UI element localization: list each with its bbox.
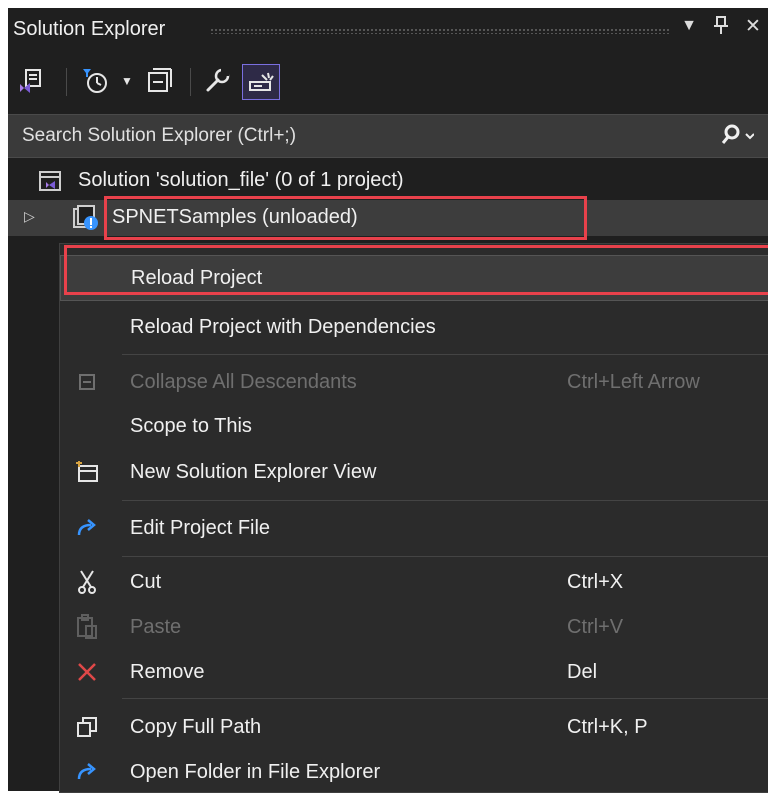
panel-title: Solution Explorer	[13, 18, 166, 40]
expand-arrow-icon[interactable]: ▷	[24, 208, 35, 225]
menu-item-label: Collapse All Descendants	[130, 371, 357, 393]
menu-item-label: Copy Full Path	[130, 716, 262, 738]
menu-item-shortcut: Ctrl+Left Arrow	[567, 371, 700, 393]
menu-item-edit-project-file[interactable]: Edit Project File	[60, 506, 768, 550]
redo-arrow-icon	[74, 759, 100, 785]
collapse-all-button[interactable]	[142, 64, 176, 98]
properties-wrench-icon	[206, 68, 230, 92]
drag-grip[interactable]	[210, 28, 670, 34]
pending-changes-filter-icon	[83, 69, 107, 93]
menu-item-shortcut: Ctrl+V	[567, 616, 624, 638]
collapse-icon	[74, 369, 100, 395]
menu-item-label: Open Folder in File Explorer	[130, 761, 381, 783]
redo-arrow-icon	[74, 515, 100, 541]
menu-item-paste[interactable]: Paste Ctrl+V	[60, 605, 768, 649]
clipboard-icon	[74, 614, 100, 640]
collapse-all-icon	[148, 68, 172, 92]
reload-project-highlight-annotation	[64, 245, 768, 295]
pending-changes-filter-button[interactable]	[76, 64, 116, 98]
project-highlight-annotation	[104, 196, 587, 240]
menu-item-label: Remove	[130, 661, 205, 683]
close-button[interactable]: ✕	[744, 15, 762, 41]
preview-selected-items-button[interactable]	[242, 64, 280, 100]
properties-button[interactable]	[200, 64, 234, 98]
menu-item-collapse-all-descendants[interactable]: Collapse All Descendants Ctrl+Left Arrow	[60, 360, 768, 404]
menu-item-reload-project-with-dependencies[interactable]: Reload Project with Dependencies	[60, 305, 768, 349]
menu-item-label: Scope to This	[130, 415, 252, 437]
menu-item-shortcut: Ctrl+X	[567, 571, 624, 593]
tree-row-solution[interactable]: Solution 'solution_file' (0 of 1 project…	[8, 163, 768, 199]
menu-item-scope-to-this[interactable]: Scope to This	[60, 404, 768, 448]
scissors-icon	[74, 569, 100, 595]
menu-item-new-solution-explorer-view[interactable]: New Solution Explorer View	[60, 450, 768, 494]
menu-item-label: Cut	[130, 571, 162, 593]
new-view-icon	[74, 459, 100, 485]
menu-item-copy-full-path[interactable]: Copy Full Path Ctrl+K, P	[60, 705, 768, 749]
context-menu: Reload Project Reload Project with Depen…	[59, 243, 768, 793]
toolbar: ▼	[8, 52, 768, 112]
menu-item-label: Reload Project with Dependencies	[130, 316, 436, 338]
title-bar: Solution Explorer ▼ ✕	[8, 8, 768, 52]
menu-item-shortcut: Del	[567, 661, 598, 683]
pin-button[interactable]	[712, 15, 730, 41]
search-options-button[interactable]	[718, 122, 755, 153]
solution-icon	[39, 171, 61, 191]
window-options-dropdown-button[interactable]: ▼	[680, 15, 698, 41]
switch-views-button[interactable]	[14, 64, 48, 98]
menu-item-open-folder-in-file-explorer[interactable]: Open Folder in File Explorer	[60, 750, 768, 794]
unloaded-project-icon	[73, 205, 98, 230]
menu-item-label: New Solution Explorer View	[130, 461, 377, 483]
search-icon	[721, 124, 755, 144]
menu-item-label: Paste	[130, 616, 182, 638]
solution-explorer-panel: Solution Explorer ▼ ✕ ▼ Search Solution …	[8, 8, 768, 793]
menu-item-cut[interactable]: Cut Ctrl+X	[60, 560, 768, 604]
solution-label: Solution 'solution_file' (0 of 1 project…	[78, 169, 404, 191]
red-x-icon	[74, 659, 100, 685]
menu-item-shortcut: Ctrl+K, P	[567, 716, 648, 738]
search-input[interactable]: Search Solution Explorer (Ctrl+;)	[22, 125, 296, 147]
copy-icon	[74, 714, 100, 740]
pin-icon	[714, 16, 728, 34]
menu-item-label: Edit Project File	[130, 517, 271, 539]
vs-switch-views-icon	[20, 69, 41, 93]
filter-dropdown-arrow[interactable]: ▼	[118, 64, 136, 98]
preview-selected-items-icon	[249, 72, 274, 91]
search-box[interactable]: Search Solution Explorer (Ctrl+;)	[8, 114, 768, 158]
menu-item-remove[interactable]: Remove Del	[60, 650, 768, 694]
